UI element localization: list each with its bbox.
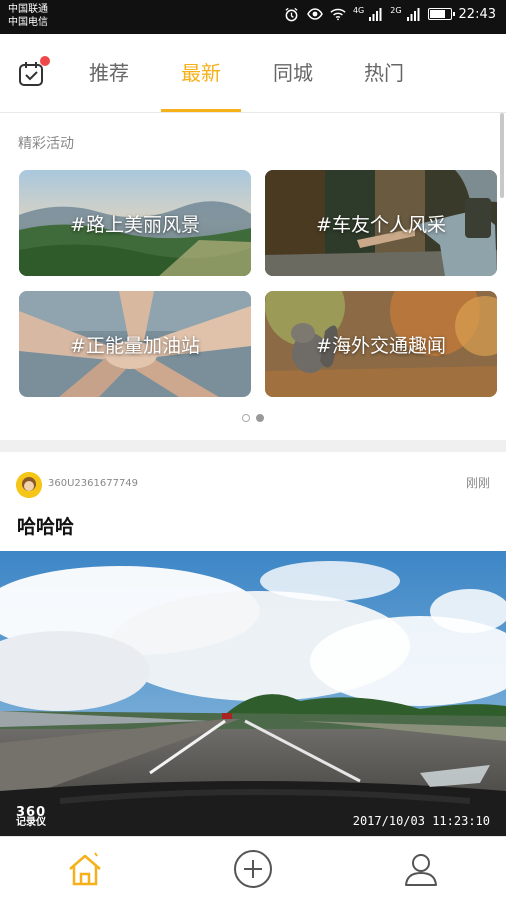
network-type-2: 2G <box>390 5 402 15</box>
tab-label: 推荐 <box>89 61 129 85</box>
pager-dot-active[interactable] <box>256 414 264 422</box>
tab-label: 最新 <box>181 61 221 85</box>
tab-recommend[interactable]: 推荐 <box>69 34 149 112</box>
avatar[interactable] <box>16 472 42 498</box>
nav-add-button[interactable] <box>233 849 273 889</box>
post-time: 刚刚 <box>465 476 490 490</box>
tab-latest[interactable]: 最新 <box>161 34 241 112</box>
status-bar: 中国联通 中国电信 4G 2G 22:43 <box>0 0 506 34</box>
activity-card-style[interactable]: #车友个人风采 <box>265 170 497 276</box>
activity-card-overseas[interactable]: #海外交通趣闻 <box>265 291 497 397</box>
top-tab-bar: 推荐 最新 同城 热门 <box>0 34 506 113</box>
bottom-nav <box>0 836 506 901</box>
signal-icon <box>405 6 421 22</box>
carrier-2: 中国电信 <box>8 17 48 28</box>
nav-home[interactable] <box>65 849 105 889</box>
notification-dot <box>40 56 50 66</box>
dashcam-brand: 360 记录仪 <box>16 806 46 828</box>
signal-icon <box>367 6 383 22</box>
clock: 22:43 <box>458 6 496 22</box>
section-title: 精彩活动 <box>18 136 74 152</box>
photo-timestamp: 2017/10/03 11:23:10 <box>352 814 490 828</box>
scrollbar[interactable] <box>500 113 504 198</box>
card-label: #路上美丽风景 <box>70 213 200 236</box>
eye-icon <box>307 6 323 22</box>
wifi-icon <box>330 6 346 22</box>
carrier-1: 中国联通 <box>8 4 48 15</box>
post-photo[interactable]: 360 记录仪 2017/10/03 11:23:10 <box>0 551 506 836</box>
tab-label: 热门 <box>364 61 404 85</box>
calendar-check-button[interactable] <box>18 56 50 88</box>
activity-card-energy[interactable]: #正能量加油站 <box>19 291 251 397</box>
tab-hot[interactable]: 热门 <box>344 34 424 112</box>
dashcam-image <box>0 551 506 836</box>
post-username[interactable]: 360U2361677749 <box>48 478 138 489</box>
status-icons: 4G 2G 22:43 <box>284 6 496 22</box>
tab-label: 同城 <box>273 61 313 85</box>
activity-card-scenery[interactable]: #路上美丽风景 <box>19 170 251 276</box>
card-label: #海外交通趣闻 <box>316 334 446 357</box>
post-title[interactable]: 哈哈哈 <box>17 512 74 539</box>
avatar-image <box>16 472 42 498</box>
dashcam-brand-text: 记录仪 <box>16 817 46 828</box>
carrier-info: 中国联通 中国电信 <box>8 3 48 29</box>
tab-local[interactable]: 同城 <box>253 34 333 112</box>
alarm-icon <box>284 6 300 22</box>
carousel-pager <box>0 414 506 422</box>
battery-level <box>429 10 445 18</box>
card-label: #车友个人风采 <box>316 213 446 236</box>
card-label: #正能量加油站 <box>70 334 200 357</box>
pager-dot[interactable] <box>242 414 250 422</box>
add-circle-icon <box>234 850 272 888</box>
profile-icon <box>405 854 437 886</box>
section-divider <box>0 440 506 452</box>
active-tab-indicator <box>161 109 241 112</box>
network-type-1: 4G <box>352 5 365 15</box>
home-icon <box>69 852 101 886</box>
nav-profile[interactable] <box>401 849 441 889</box>
battery-icon <box>427 8 455 20</box>
